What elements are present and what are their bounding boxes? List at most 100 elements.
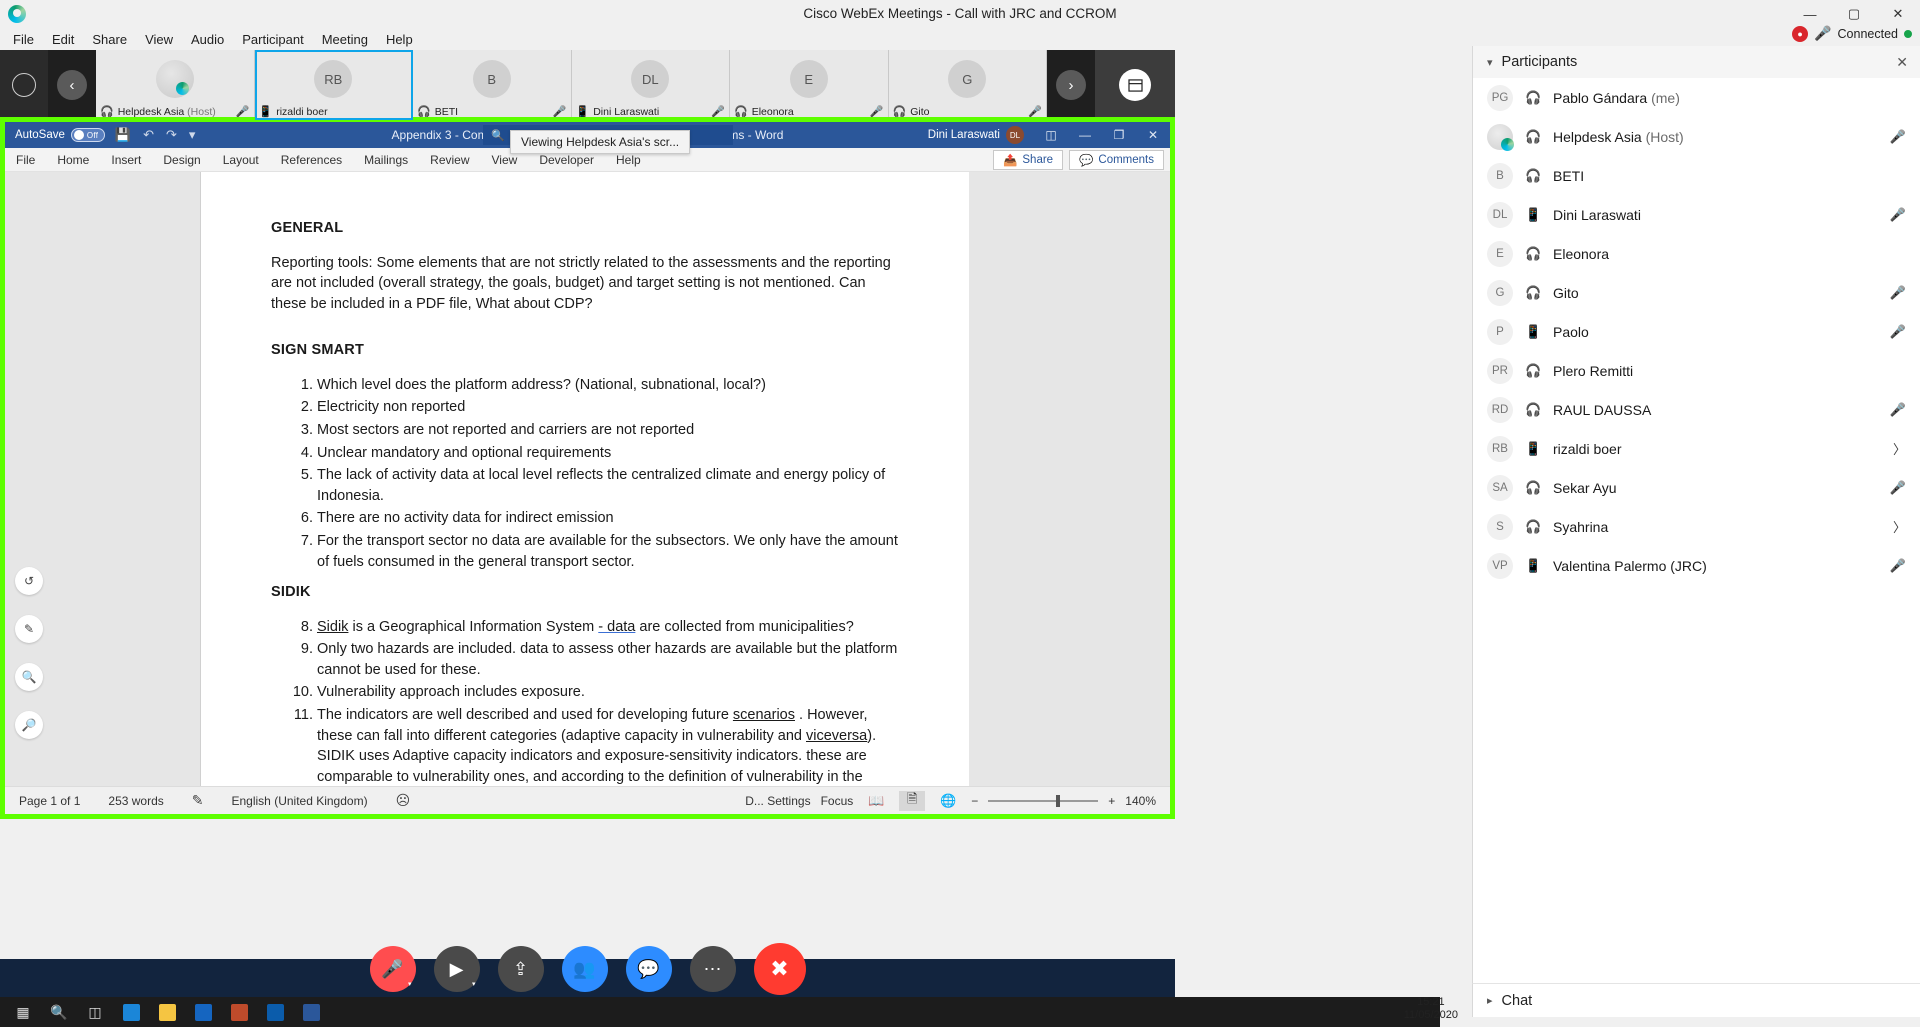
menu-view[interactable]: View bbox=[136, 30, 182, 49]
word-tab-review[interactable]: Review bbox=[419, 151, 480, 169]
more-options-button[interactable]: ⋯ bbox=[690, 946, 736, 992]
mic-muted-icon[interactable]: 🎤 bbox=[1890, 480, 1906, 496]
autosave-control[interactable]: AutoSave Off bbox=[15, 128, 105, 142]
menu-help[interactable]: Help bbox=[377, 30, 422, 49]
minimize-button[interactable]: — bbox=[1788, 0, 1832, 28]
share-screen-button[interactable]: ⇪ bbox=[498, 946, 544, 992]
menu-edit[interactable]: Edit bbox=[43, 30, 83, 49]
filmstrip-next[interactable]: › bbox=[1047, 50, 1095, 120]
task-view-icon[interactable]: ◫ bbox=[80, 999, 110, 1025]
word-tab-references[interactable]: References bbox=[270, 151, 353, 169]
search-icon[interactable]: 🔍 bbox=[44, 999, 74, 1025]
edge-icon[interactable] bbox=[116, 999, 146, 1025]
word-tab-home[interactable]: Home bbox=[46, 151, 100, 169]
word-tab-file[interactable]: File bbox=[5, 151, 46, 169]
mic-muted-icon[interactable]: 🎤 bbox=[1890, 129, 1906, 145]
participant-row[interactable]: B🎧BETI bbox=[1473, 156, 1920, 195]
filmstrip-thumb[interactable]: 🎧Helpdesk Asia (Host)🎤 bbox=[96, 50, 255, 120]
display-settings-label[interactable]: D... Settings bbox=[745, 794, 810, 808]
zoom-slider[interactable] bbox=[988, 800, 1098, 802]
photos-icon[interactable] bbox=[224, 999, 254, 1025]
zoom-out-icon[interactable]: 🔎 bbox=[15, 711, 43, 739]
mic-muted-icon[interactable]: 🎤 bbox=[1890, 558, 1906, 574]
filmstrip-thumb[interactable]: E🎧Eleonora🎤 bbox=[730, 50, 889, 120]
word-page[interactable]: GENERALReporting tools: Some elements th… bbox=[201, 172, 969, 786]
word-tab-layout[interactable]: Layout bbox=[212, 151, 270, 169]
layout-icon[interactable] bbox=[1119, 69, 1151, 101]
raise-hand-icon[interactable]: 〉 bbox=[1893, 439, 1906, 458]
word-share-button[interactable]: 📤 Share bbox=[993, 150, 1063, 170]
ribbon-display-icon[interactable]: ◫ bbox=[1034, 122, 1068, 148]
word-comments-button[interactable]: 💬 Comments bbox=[1069, 150, 1164, 170]
end-call-button[interactable]: ✖ bbox=[754, 943, 806, 995]
save-icon[interactable]: 💾 bbox=[113, 127, 133, 143]
word-close-button[interactable]: ✕ bbox=[1136, 122, 1170, 148]
participant-row[interactable]: RD🎧RAUL DAUSSA🎤 bbox=[1473, 390, 1920, 429]
close-button[interactable]: ✕ bbox=[1876, 0, 1920, 28]
windows-start-icon[interactable]: ▦ bbox=[8, 999, 38, 1025]
participant-row[interactable]: VP📱Valentina Palermo (JRC)🎤 bbox=[1473, 546, 1920, 585]
participants-button[interactable]: 👥 bbox=[562, 946, 608, 992]
focus-label[interactable]: Focus bbox=[821, 794, 854, 808]
menu-file[interactable]: File bbox=[4, 30, 43, 49]
filmstrip-thumb[interactable]: B🎧BETI🎤 bbox=[413, 50, 572, 120]
maximize-button[interactable]: ▢ bbox=[1832, 0, 1876, 28]
participant-row[interactable]: 🎧Helpdesk Asia (Host)🎤 bbox=[1473, 117, 1920, 156]
self-view-cell[interactable] bbox=[0, 50, 48, 120]
autosave-toggle[interactable]: Off bbox=[71, 128, 105, 142]
comment-add-icon[interactable]: ✎ bbox=[15, 615, 43, 643]
explorer-icon[interactable] bbox=[152, 999, 182, 1025]
chat-button[interactable]: 💬 bbox=[626, 946, 672, 992]
undo-icon[interactable]: ↶ bbox=[141, 127, 156, 143]
chevron-down-icon[interactable]: ▾ bbox=[1487, 56, 1493, 69]
participant-row[interactable]: P📱Paolo🎤 bbox=[1473, 312, 1920, 351]
participant-row[interactable]: DL📱Dini Laraswati🎤 bbox=[1473, 195, 1920, 234]
menu-share[interactable]: Share bbox=[83, 30, 136, 49]
zoom-level[interactable]: 140% bbox=[1125, 794, 1156, 808]
mail-icon[interactable] bbox=[188, 999, 218, 1025]
mic-muted-icon[interactable]: 🎤 bbox=[1890, 285, 1906, 301]
mic-muted-icon[interactable]: 🎤 bbox=[1890, 324, 1906, 340]
zoom-in-button[interactable]: + bbox=[1108, 794, 1115, 808]
read-mode-icon[interactable]: 📖 bbox=[863, 791, 889, 811]
word-restore-button[interactable]: ❐ bbox=[1102, 122, 1136, 148]
participant-row[interactable]: G🎧Gito🎤 bbox=[1473, 273, 1920, 312]
chat-section[interactable]: ▸ Chat bbox=[1472, 983, 1920, 1017]
filmstrip-thumb[interactable]: G🎧Gito🎤 bbox=[889, 50, 1048, 120]
zoom-out-button[interactable]: − bbox=[971, 794, 978, 808]
participant-row[interactable]: RB📱rizaldi boer〉 bbox=[1473, 429, 1920, 468]
page-count[interactable]: Page 1 of 1 bbox=[5, 794, 94, 808]
word-minimize-button[interactable]: — bbox=[1068, 122, 1102, 148]
participant-row[interactable]: E🎧Eleonora bbox=[1473, 234, 1920, 273]
redo-icon[interactable]: ↷ bbox=[164, 127, 179, 143]
language-label[interactable]: English (United Kingdom) bbox=[218, 794, 382, 808]
word-tab-insert[interactable]: Insert bbox=[100, 151, 152, 169]
chevron-down-icon[interactable]: ▾ bbox=[187, 127, 198, 143]
word-count[interactable]: 253 words bbox=[94, 794, 177, 808]
menu-participant[interactable]: Participant bbox=[233, 30, 312, 49]
participant-row[interactable]: S🎧Syahrina〉 bbox=[1473, 507, 1920, 546]
accessibility-icon[interactable]: ☹ bbox=[382, 792, 425, 809]
track-changes-icon[interactable]: ↺ bbox=[15, 567, 43, 595]
word-tab-design[interactable]: Design bbox=[152, 151, 211, 169]
participant-row[interactable]: PG🎧Pablo Gándara (me) bbox=[1473, 78, 1920, 117]
filmstrip-prev[interactable]: ‹ bbox=[48, 50, 96, 120]
filmstrip-thumb[interactable]: RB📱rizaldi boer bbox=[255, 50, 414, 120]
close-icon[interactable]: ✕ bbox=[1896, 54, 1908, 71]
filmstrip-thumb[interactable]: DL📱Dini Laraswati🎤 bbox=[572, 50, 731, 120]
mic-muted-icon[interactable]: 🎤 bbox=[1890, 207, 1906, 223]
mic-muted-icon[interactable]: 🎤 bbox=[1890, 402, 1906, 418]
outlook-icon[interactable] bbox=[260, 999, 290, 1025]
menu-meeting[interactable]: Meeting bbox=[313, 30, 377, 49]
print-layout-icon[interactable]: 🗎 bbox=[899, 791, 925, 811]
participant-row[interactable]: SA🎧Sekar Ayu🎤 bbox=[1473, 468, 1920, 507]
mute-button[interactable]: 🎤▾ bbox=[370, 946, 416, 992]
menu-audio[interactable]: Audio bbox=[182, 30, 233, 49]
word-icon[interactable] bbox=[296, 999, 326, 1025]
web-layout-icon[interactable]: 🌐 bbox=[935, 791, 961, 811]
zoom-in-icon[interactable]: 🔍 bbox=[15, 663, 43, 691]
word-tab-mailings[interactable]: Mailings bbox=[353, 151, 419, 169]
spellcheck-icon[interactable]: ✎ bbox=[178, 792, 218, 809]
video-button[interactable]: ▶▾ bbox=[434, 946, 480, 992]
participant-row[interactable]: PR🎧Plero Remitti bbox=[1473, 351, 1920, 390]
